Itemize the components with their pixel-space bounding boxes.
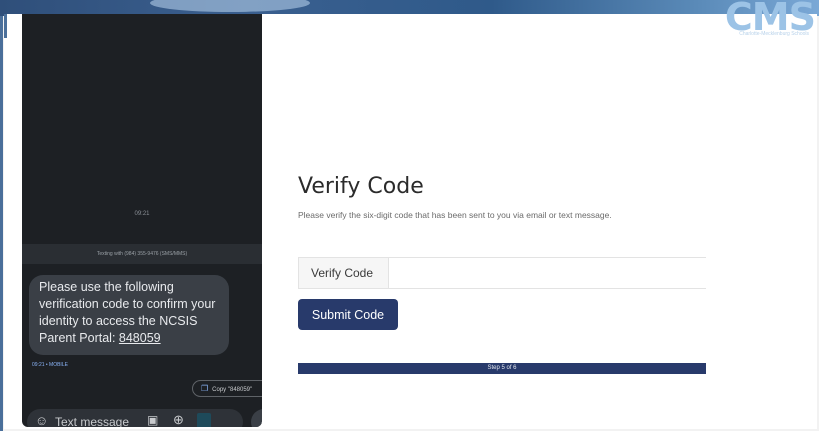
submit-code-button[interactable]: Submit Code	[298, 299, 398, 330]
copy-icon: ❐	[201, 384, 209, 393]
verify-code-field: Verify Code	[298, 257, 710, 290]
message-timestamp: 09:21 • MOBILE	[32, 362, 68, 368]
left-edge-tick	[4, 14, 7, 38]
cms-logo-subtext: Charlotte-Mecklenburg Schools	[739, 31, 809, 37]
phone-screenshot: 09:21 Texting with (984) 355-9476 (SMS/M…	[22, 14, 262, 427]
page-subtitle: Please verify the six-digit code that ha…	[298, 210, 612, 220]
sms-message-bubble: Please use the following verification co…	[29, 275, 229, 355]
conversation-time: 09:21	[134, 211, 150, 217]
verify-code-label: Verify Code	[299, 258, 389, 288]
voice-icon[interactable]: ♦	[251, 409, 262, 427]
compose-placeholder[interactable]: Text message	[55, 415, 129, 427]
texting-with-label: Texting with (984) 355-9476 (SMS/MMS)	[96, 251, 188, 257]
add-icon[interactable]: ⊕	[173, 412, 184, 427]
progress-label: Step 5 of 6	[487, 365, 517, 371]
gallery-icon[interactable]: ▣	[147, 413, 158, 427]
emoji-icon[interactable]: ☺	[35, 413, 48, 427]
banner-swoosh	[150, 0, 310, 12]
copy-code-chip[interactable]: ❐ Copy "848059"	[192, 380, 262, 397]
left-edge-stripe	[0, 16, 3, 431]
sim-icon[interactable]	[197, 413, 211, 427]
compose-bar[interactable]: ☺ Text message ▣ ⊕	[27, 409, 243, 427]
verification-code-link[interactable]: 848059	[119, 331, 161, 345]
progress-bar: Step 5 of 6	[298, 363, 706, 374]
verify-code-input[interactable]	[390, 258, 710, 290]
copy-chip-label: Copy "848059"	[212, 387, 253, 393]
page-title: Verify Code	[298, 174, 424, 199]
